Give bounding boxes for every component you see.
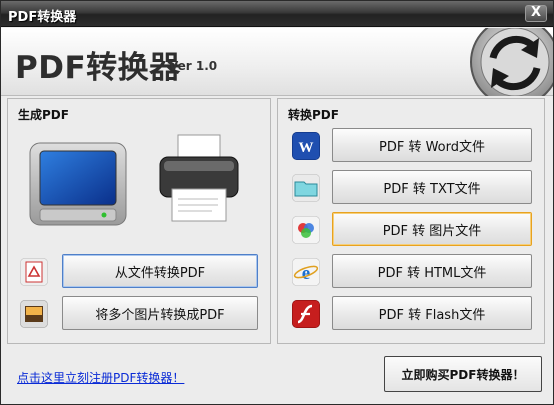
pdf-to-html-button[interactable]: PDF 转 HTML文件: [332, 254, 532, 288]
version-label: Ver 1.0: [169, 59, 218, 73]
app-title: PDF转换器: [15, 50, 181, 86]
close-button[interactable]: X: [525, 5, 547, 22]
printer-icon: [159, 134, 239, 222]
ie-icon: e: [292, 258, 320, 286]
window-title: PDF转换器: [8, 10, 77, 25]
image-icon: [20, 300, 48, 328]
computer-monitor-icon: [29, 142, 127, 226]
images-to-pdf-button[interactable]: 将多个图片转换成PDF: [62, 296, 258, 330]
pdf-to-txt-button[interactable]: PDF 转 TXT文件: [332, 170, 532, 204]
flash-icon: [292, 300, 320, 328]
word-icon: W: [292, 132, 320, 160]
generate-pdf-panel: 生成PDF 从文件转换PDF 将多个图片转换成PDF: [7, 98, 271, 344]
pdf-to-flash-button[interactable]: PDF 转 Flash文件: [332, 296, 532, 330]
buy-now-button[interactable]: 立即购买PDF转换器！: [384, 356, 542, 392]
picture-icon: [292, 216, 320, 244]
close-icon: X: [530, 5, 542, 20]
generate-pdf-title: 生成PDF: [18, 108, 69, 122]
pdf-to-image-button[interactable]: PDF 转 图片文件: [332, 212, 532, 246]
title-bar[interactable]: PDF转换器 X: [1, 1, 553, 27]
refresh-logo-icon: [470, 28, 553, 96]
txt-folder-icon: [292, 174, 320, 202]
convert-file-to-pdf-button[interactable]: 从文件转换PDF: [62, 254, 258, 288]
pdf-file-icon: [20, 258, 48, 286]
pdf-to-word-button[interactable]: PDF 转 Word文件: [332, 128, 532, 162]
convert-pdf-title: 转换PDF: [288, 108, 339, 122]
convert-pdf-panel: 转换PDF W PDF 转 Word文件 PDF 转 TXT文件 PDF 转 图…: [277, 98, 545, 344]
register-link[interactable]: 点击这里立刻注册PDF转换器！: [17, 369, 184, 386]
svg-text:W: W: [299, 140, 314, 156]
header-banner: PDF转换器 Ver 1.0: [1, 28, 553, 96]
app-window: PDF转换器 X PDF转换器 Ver 1.0 生成PDF 从文件转换PDF 将…: [0, 0, 554, 405]
svg-text:e: e: [302, 263, 310, 284]
